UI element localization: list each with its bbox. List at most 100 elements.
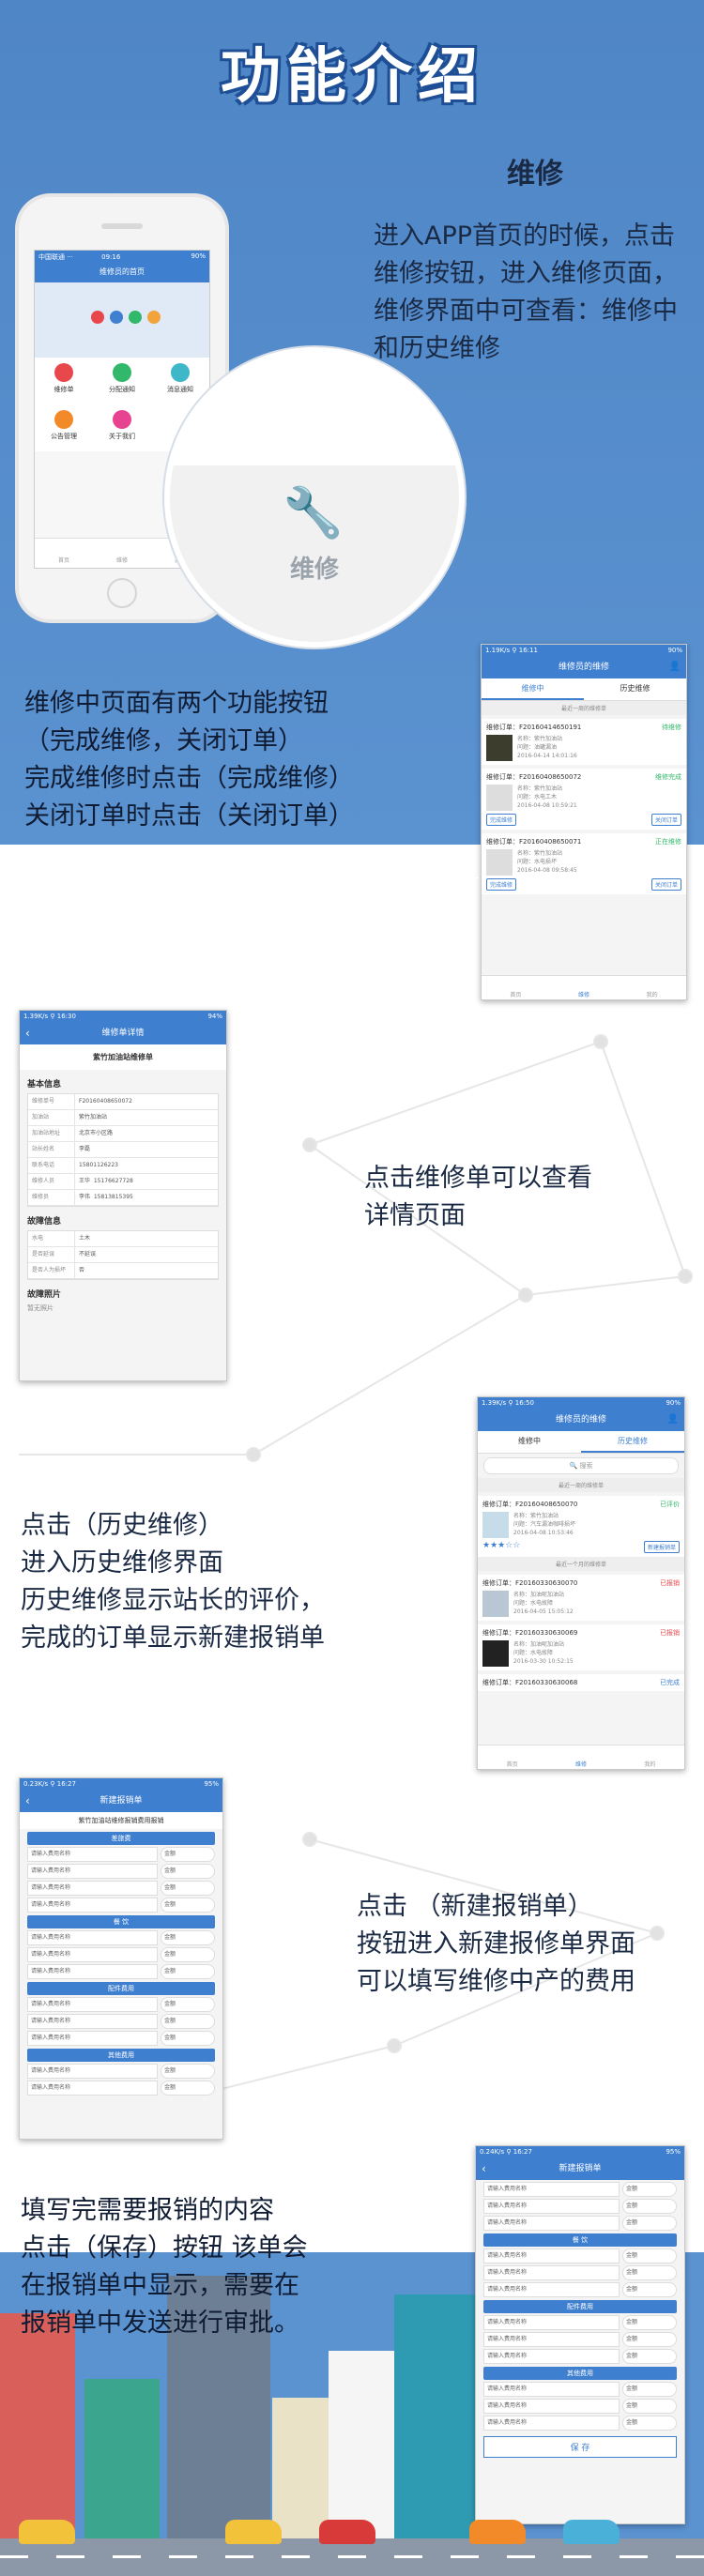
amount-input[interactable]: 金额 <box>161 1947 215 1962</box>
amount-input[interactable]: 金额 <box>161 1864 215 1879</box>
amount-input[interactable]: 金额 <box>161 1964 215 1979</box>
tab-home[interactable]: 首页 <box>482 976 550 999</box>
amount-input[interactable]: 金额 <box>622 2265 677 2280</box>
order-card[interactable]: 维修订单：F20160414650191 待维修 名称：紫竹加油站 问题：油罐漏油 2… <box>482 719 686 765</box>
nav-bar: ‹ 新建报销单 <box>20 1791 222 1812</box>
tab-repairing[interactable]: 维修中 <box>482 678 584 700</box>
tab-home[interactable]: 首页 <box>35 539 93 568</box>
tab-history[interactable]: 历史维修 <box>584 678 686 700</box>
fee-name-input[interactable]: 请输入费用名称 <box>483 2416 620 2431</box>
tab-repair[interactable]: 维修 <box>93 539 151 568</box>
zoom-repair-label[interactable]: 维修 <box>170 550 459 585</box>
tab-repairing[interactable]: 维修中 <box>478 1431 581 1453</box>
user-icon[interactable]: 👤 <box>669 658 681 677</box>
amount-input[interactable]: 金额 <box>622 2382 677 2397</box>
amount-input[interactable]: 金额 <box>622 2182 677 2197</box>
tab-mine[interactable]: 我的 <box>618 976 686 999</box>
close-order-button[interactable]: 关闭订单 <box>650 814 681 826</box>
order-card[interactable]: 维修订单：F20160330630069 已报销 名称：加油呢加油站 问题：水电故障… <box>478 1624 684 1670</box>
fee-row: 请输入费用名称 金额 <box>483 2265 677 2280</box>
building <box>0 2313 75 2538</box>
phone-speaker <box>101 223 143 229</box>
complete-repair-button[interactable]: 完成维修 <box>486 878 517 891</box>
amount-input[interactable]: 金额 <box>622 2332 677 2347</box>
amount-input[interactable]: 金额 <box>161 1881 215 1896</box>
amount-input[interactable]: 金额 <box>161 1997 215 2012</box>
amount-input[interactable]: 金额 <box>622 2416 677 2431</box>
amount-input[interactable]: 金额 <box>161 2064 215 2079</box>
user-icon[interactable]: 👤 <box>667 1410 679 1429</box>
fee-name-input[interactable]: 请输入费用名称 <box>27 2081 158 2096</box>
status-bar: 0.23K/s ⚲ 16:27 95% <box>20 1778 222 1791</box>
fee-name-input[interactable]: 请输入费用名称 <box>27 1930 158 1945</box>
fee-name-input[interactable]: 请输入费用名称 <box>483 2248 620 2264</box>
fee-name-input[interactable]: 请输入费用名称 <box>27 1898 158 1913</box>
fee-name-input[interactable]: 请输入费用名称 <box>483 2399 620 2414</box>
fee-row: 请输入费用名称 金额 <box>27 2064 215 2079</box>
save-button[interactable]: 保 存 <box>483 2436 677 2458</box>
fee-name-input[interactable]: 请输入费用名称 <box>483 2382 620 2397</box>
message-icon <box>171 363 190 382</box>
fee-name-input[interactable]: 请输入费用名称 <box>483 2282 620 2297</box>
fee-row: 请输入费用名称 金额 <box>483 2416 677 2431</box>
road <box>0 2538 704 2576</box>
tab-history[interactable]: 历史维修 <box>581 1431 684 1453</box>
amount-input[interactable]: 金额 <box>622 2248 677 2264</box>
fee-name-input[interactable]: 请输入费用名称 <box>27 1997 158 2012</box>
fee-name-input[interactable]: 请输入费用名称 <box>27 1864 158 1879</box>
order-card[interactable]: 维修订单：F20160330630068 已完成 <box>478 1674 684 1691</box>
order-card[interactable]: 维修订单：F20160408650072 维修完成 名称：紫竹加油站 问题：水电工木… <box>482 769 686 830</box>
fee-name-input[interactable]: 请输入费用名称 <box>27 2014 158 2029</box>
table-row: 维修人员 王华 15176627728 <box>28 1174 218 1190</box>
amount-input[interactable]: 金额 <box>161 1847 215 1862</box>
amount-input[interactable]: 金额 <box>622 2199 677 2214</box>
amount-input[interactable]: 金额 <box>161 1930 215 1945</box>
fee-name-input[interactable]: 请输入费用名称 <box>27 1847 158 1862</box>
order-card[interactable]: 维修订单：F20160408650071 正在维修 名称：紫竹加油站 问题：水电损坏… <box>482 833 686 894</box>
tab-home[interactable]: 首页 <box>478 1745 546 1769</box>
fee-row: 请输入费用名称 金额 <box>27 1898 215 1913</box>
amount-input[interactable]: 金额 <box>622 2216 677 2231</box>
fee-name-input[interactable]: 请输入费用名称 <box>27 2064 158 2079</box>
nav-bar: ‹ 维修单详情 <box>20 1024 226 1044</box>
amount-input[interactable]: 金额 <box>622 2315 677 2330</box>
amount-input[interactable]: 金额 <box>622 2399 677 2414</box>
back-icon[interactable]: ‹ <box>25 1024 30 1043</box>
table-row: 是否人为损坏否 <box>28 1263 218 1279</box>
complete-repair-button[interactable]: 完成维修 <box>486 814 517 826</box>
amount-input[interactable]: 金额 <box>161 2081 215 2096</box>
fee-name-input[interactable]: 请输入费用名称 <box>483 2332 620 2347</box>
grid-assign-notice[interactable]: 分配通知 <box>93 358 151 404</box>
close-order-button[interactable]: 关闭订单 <box>650 878 681 891</box>
fee-name-input[interactable]: 请输入费用名称 <box>483 2349 620 2364</box>
fee-name-input[interactable]: 请输入费用名称 <box>27 1881 158 1896</box>
tab-mine[interactable]: 我的 <box>616 1745 684 1769</box>
fee-name-input[interactable]: 请输入费用名称 <box>483 2265 620 2280</box>
amount-input[interactable]: 金额 <box>161 2031 215 2046</box>
order-thumbnail <box>482 1591 509 1617</box>
amount-input[interactable]: 金额 <box>622 2282 677 2297</box>
grid-notice-manage[interactable]: 公告管理 <box>35 404 93 451</box>
grid-message-notice[interactable]: 消息通知 <box>151 358 209 404</box>
back-icon[interactable]: ‹ <box>25 1791 30 1810</box>
back-icon[interactable]: ‹ <box>482 2159 486 2178</box>
screen-repairing: 1.19K/s ⚲ 16:11 90% 维修员的维修 👤 维修中 历史维修 最近一周… <box>481 644 687 1000</box>
fee-name-input[interactable]: 请输入费用名称 <box>483 2199 620 2214</box>
fee-name-input[interactable]: 请输入费用名称 <box>27 1947 158 1962</box>
grid-about-us[interactable]: 关于我们 <box>93 404 151 451</box>
tab-repair[interactable]: 维修 <box>550 976 619 999</box>
fee-name-input[interactable]: 请输入费用名称 <box>483 2315 620 2330</box>
new-reimburse-button[interactable]: 新建报销单 <box>643 1541 680 1553</box>
amount-input[interactable]: 金额 <box>161 1898 215 1913</box>
amount-input[interactable]: 金额 <box>161 2014 215 2029</box>
order-card[interactable]: 维修订单：F20160330630070 已报销 名称：加油呢加油站 问题：水电故障… <box>478 1575 684 1621</box>
grid-repair-order[interactable]: 维修单 <box>35 358 93 404</box>
fee-name-input[interactable]: 请输入费用名称 <box>27 2031 158 2046</box>
fee-name-input[interactable]: 请输入费用名称 <box>483 2182 620 2197</box>
tab-repair[interactable]: 维修 <box>546 1745 615 1769</box>
fee-name-input[interactable]: 请输入费用名称 <box>483 2216 620 2231</box>
search-input[interactable]: 🔍 搜索 <box>483 1457 679 1474</box>
fee-name-input[interactable]: 请输入费用名称 <box>27 1964 158 1979</box>
amount-input[interactable]: 金额 <box>622 2349 677 2364</box>
order-card[interactable]: 维修订单：F20160408650070 已评价 名称：紫竹加油站 问题：汽车漏油咖… <box>478 1496 684 1557</box>
